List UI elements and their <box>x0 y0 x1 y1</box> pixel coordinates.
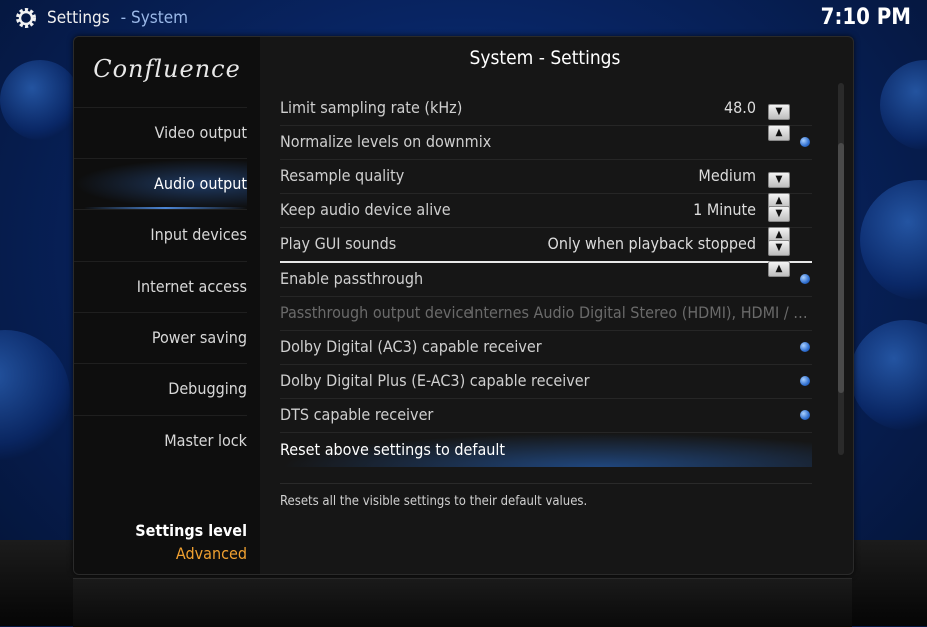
setting-keep-audio-device-alive[interactable]: Keep audio device alive 1 Minute ▼▲ <box>280 193 812 243</box>
radio-on-icon[interactable] <box>800 376 810 386</box>
setting-value: 1 Minute <box>693 200 756 219</box>
setting-label: Resample quality <box>280 166 405 185</box>
page-title: System - Settings <box>469 47 621 69</box>
setting-normalize-levels[interactable]: Normalize levels on downmix <box>280 125 812 160</box>
setting-value: Internes Audio Digital Stereo (HDMI), HD… <box>470 303 810 322</box>
setting-limit-sampling-rate[interactable]: Limit sampling rate (kHz) 48.0 ▼▲ <box>280 91 812 141</box>
sidebar-item-video-output[interactable]: Video output <box>74 107 247 158</box>
settings-panel: Confluence Video output Audio output Inp… <box>73 36 854 575</box>
breadcrumb-section: Settings <box>47 8 110 28</box>
confluence-logo: Confluence <box>93 55 241 83</box>
bottom-strip <box>73 578 852 627</box>
setting-value: 48.0 <box>723 98 756 117</box>
setting-label: Passthrough output device <box>280 303 473 322</box>
scrollbar[interactable] <box>838 83 844 455</box>
setting-label: Limit sampling rate (kHz) <box>280 98 463 117</box>
setting-label: Dolby Digital (AC3) capable receiver <box>280 337 542 356</box>
setting-enable-passthrough[interactable]: Enable passthrough <box>280 262 812 297</box>
spinner-down-button[interactable]: ▼ <box>768 240 790 256</box>
spinner-down-button[interactable]: ▼ <box>768 172 790 188</box>
spinner-down-button[interactable]: ▼ <box>768 206 790 222</box>
setting-play-gui-sounds[interactable]: Play GUI sounds Only when playback stopp… <box>280 227 812 277</box>
scrollbar-thumb[interactable] <box>838 143 844 393</box>
setting-label: Enable passthrough <box>280 269 424 288</box>
setting-dolby-digital-ac3[interactable]: Dolby Digital (AC3) capable receiver <box>280 330 812 365</box>
settings-level-label[interactable]: Settings level <box>135 521 247 540</box>
sidebar-item-debugging[interactable]: Debugging <box>74 363 247 414</box>
sidebar-item-audio-output[interactable]: Audio output <box>74 158 247 209</box>
reset-settings-button[interactable]: Reset above settings to default <box>280 433 812 467</box>
sidebar-item-input-devices[interactable]: Input devices <box>74 209 247 260</box>
top-bar: Settings - System 7:10 PM <box>0 0 927 38</box>
settings-level-value[interactable]: Advanced <box>176 544 247 563</box>
setting-resample-quality[interactable]: Resample quality Medium ▼▲ <box>280 159 812 209</box>
spinner-down-button[interactable]: ▼ <box>768 104 790 120</box>
gear-icon <box>16 8 36 28</box>
setting-description: Resets all the visible settings to their… <box>280 483 812 509</box>
setting-value: Only when playback stopped <box>547 234 756 253</box>
spinner-control[interactable]: ▼▲ <box>766 235 812 277</box>
sidebar-item-internet-access[interactable]: Internet access <box>74 261 247 312</box>
sidebar-item-master-lock[interactable]: Master lock <box>74 415 247 466</box>
spinner-control[interactable]: ▼▲ <box>766 167 812 209</box>
setting-label: DTS capable receiver <box>280 405 434 424</box>
sidebar: Confluence Video output Audio output Inp… <box>74 37 260 574</box>
settings-content: System - Settings Limit sampling rate (k… <box>260 37 853 574</box>
reset-label: Reset above settings to default <box>280 440 506 459</box>
setting-label: Normalize levels on downmix <box>280 132 492 151</box>
sidebar-item-power-saving[interactable]: Power saving <box>74 312 247 363</box>
setting-label: Dolby Digital Plus (E-AC3) capable recei… <box>280 371 590 390</box>
setting-dts-receiver[interactable]: DTS capable receiver <box>280 398 812 433</box>
setting-label: Keep audio device alive <box>280 200 451 219</box>
setting-passthrough-output-device: Passthrough output device Internes Audio… <box>280 296 812 331</box>
radio-on-icon[interactable] <box>800 137 810 147</box>
breadcrumb: Settings - System <box>47 8 189 28</box>
clock: 7:10 PM <box>820 5 911 30</box>
spinner-control[interactable]: ▼▲ <box>766 201 812 243</box>
spinner-control[interactable]: ▼▲ <box>766 99 812 141</box>
radio-on-icon[interactable] <box>800 410 810 420</box>
radio-on-icon[interactable] <box>800 274 810 284</box>
radio-on-icon[interactable] <box>800 342 810 352</box>
setting-value: Medium <box>698 166 756 185</box>
breadcrumb-subsection: System <box>130 8 189 28</box>
setting-dolby-digital-plus[interactable]: Dolby Digital Plus (E-AC3) capable recei… <box>280 364 812 399</box>
setting-label: Play GUI sounds <box>280 234 397 253</box>
